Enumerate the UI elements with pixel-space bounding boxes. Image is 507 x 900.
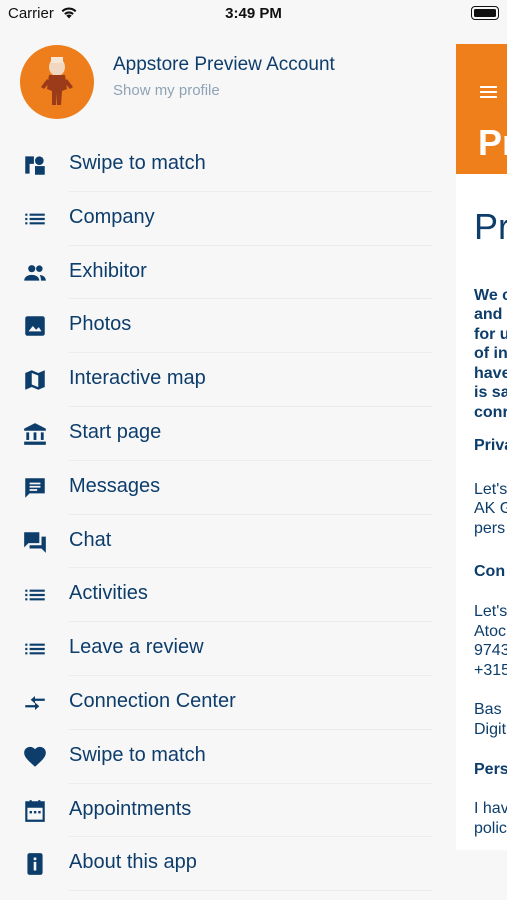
list-icon [22,636,48,662]
page-text-line: is sa [474,384,507,401]
calendar-icon [22,798,48,824]
menu-item-label: About this app [69,851,197,874]
navigation-drawer: Appstore Preview Account Show my profile… [0,28,456,900]
menu-item-interactive-map[interactable]: Interactive map [0,353,456,407]
hamburger-menu-icon[interactable] [480,86,497,98]
menu-item-about-this-app[interactable]: About this app [0,837,456,892]
menu-item-label: Company [69,205,155,228]
menu-item-label: Photos [69,313,132,336]
page-title: Pr [474,206,507,247]
menu-item-label: Leave a review [69,636,204,659]
map-icon [22,367,48,393]
profile-name: Appstore Preview Account [113,54,335,75]
menu-item-label: Appointments [69,797,192,820]
page-text-line: polic [474,820,507,837]
header-title: Pr [478,122,507,163]
menu-item-label: Swipe to match [69,743,206,766]
menu-item-exhibitor[interactable]: Exhibitor [0,246,456,300]
message-icon [22,475,48,501]
list-icon [22,582,48,608]
page-text-line: conr [474,404,507,421]
menu-item-label: Chat [69,528,112,551]
menu-item-label: Activities [69,582,148,605]
page-header: Pr [456,44,507,174]
page-text-line: have [474,365,507,382]
page-text-line: Digit [474,721,507,738]
people-icon [22,260,48,286]
page-text-line: +315 [474,662,507,679]
page-text-line: Con [474,563,506,580]
menu-item-activities[interactable]: Activities [0,568,456,623]
divider [69,890,432,892]
avatar[interactable] [20,45,94,119]
avatar-figure-icon [41,57,73,105]
menu-item-messages[interactable]: Messages [0,461,456,515]
page-text-line: Atoc [474,623,507,640]
menu-item-photos[interactable]: Photos [0,299,456,354]
menu-item-label: Connection Center [69,689,236,712]
compare-arrows-icon [22,690,48,716]
background-page[interactable]: Pr Pr We c and for u of in have is sa conr Priv… [456,44,507,850]
drawer-menu: Swipe to match Company Exhibitor Photos [0,138,456,892]
menu-item-leave-a-review[interactable]: Leave a review [0,622,456,676]
list-icon [22,206,48,232]
page-text-line: of in [474,345,507,362]
menu-item-label: Swipe to match [69,152,206,174]
page-text-line: Pers [474,761,507,778]
heart-icon [22,744,48,770]
clock: 3:49 PM [225,5,282,22]
menu-item-connection-center[interactable]: Connection Center [0,676,456,730]
status-bar: Carrier 3:49 PM [0,0,507,28]
page-text-line: I hav [474,800,507,817]
menu-item-label: Exhibitor [69,259,147,282]
menu-item-start-page[interactable]: Start page [0,407,456,461]
menu-item-company[interactable]: Company [0,192,456,246]
page-text-line: We c [474,287,507,304]
menu-item-label: Interactive map [69,367,206,390]
battery-icon [471,6,499,20]
page-text-line: Priva [474,437,507,454]
page-text-line: AK G [474,500,507,517]
page-text-line: pers [474,520,506,537]
menu-item-swipe-to-match[interactable]: Swipe to match [0,138,456,192]
bank-icon [22,421,48,447]
page-text-line: Let's [474,603,507,620]
menu-item-label: Start page [69,420,162,443]
page-text-line: Bas [474,701,502,718]
menu-item-chat[interactable]: Chat [0,515,456,569]
profile-header[interactable]: Appstore Preview Account Show my profile [0,28,456,138]
info-icon [22,851,48,877]
page-text-line: Let's [474,481,507,498]
page-text-line: and [474,306,503,323]
page-text-line: for u [474,326,507,343]
menu-item-swipe-to-match-2[interactable]: Swipe to match [0,730,456,784]
show-profile-link[interactable]: Show my profile [113,82,220,99]
chat-icon [22,529,48,555]
page-text-line: 9743 [474,642,507,659]
photo-icon [22,313,48,339]
swipe-cards-icon [22,152,48,178]
menu-item-label: Messages [69,474,161,497]
menu-item-appointments[interactable]: Appointments [0,784,456,838]
